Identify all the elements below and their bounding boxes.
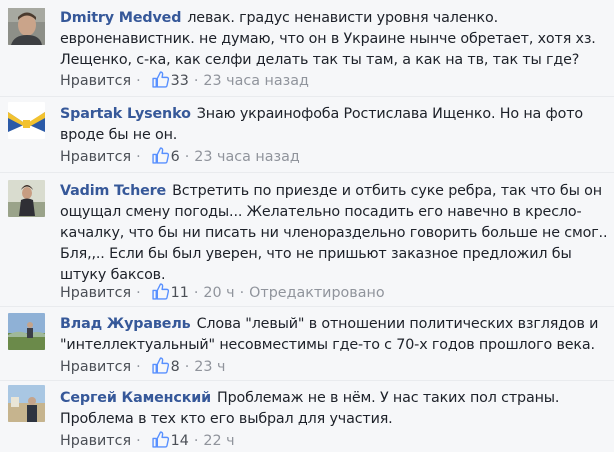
comment-body: Сергей Каменский Проблемаж не в нём. У на… — [60, 388, 608, 430]
separator-dot: · — [193, 433, 199, 449]
separator-dot: · — [193, 285, 199, 301]
comment-body: Dmitry Medved левак. градус ненависти уро… — [60, 8, 608, 71]
divider — [0, 380, 614, 381]
edited-label[interactable]: Отредактировано — [249, 285, 384, 301]
comment-author[interactable]: Spartak Lysenko — [60, 106, 191, 122]
like-thumb-icon[interactable] — [152, 431, 169, 448]
divider — [0, 96, 614, 97]
likes-count[interactable]: 14 — [171, 433, 189, 449]
likes-count[interactable]: 8 — [171, 359, 180, 375]
separator-dot: · — [136, 73, 141, 89]
separator-dot: · — [193, 73, 199, 89]
separator-dot: · — [136, 359, 141, 375]
likes-count[interactable]: 11 — [171, 285, 189, 301]
comment-actions: Нравится · 11 · 20 ч · Отредактировано — [60, 282, 385, 304]
likes-count[interactable]: 6 — [171, 149, 180, 165]
divider — [0, 172, 614, 173]
separator-dot: · — [184, 359, 190, 375]
comment-actions: Нравится · 6 · 23 часа назад — [60, 146, 300, 168]
like-thumb-icon[interactable] — [152, 357, 169, 374]
comment-time[interactable]: 22 ч — [203, 433, 234, 449]
comment-author[interactable]: Vadim Tchere — [60, 183, 166, 199]
avatar[interactable] — [8, 102, 45, 139]
comment-time[interactable]: 23 часа назад — [203, 73, 308, 89]
divider — [0, 306, 614, 307]
comment-author[interactable]: Влад Журавель — [60, 316, 191, 332]
comment-body: Влад Журавель Слова "левый" в отношении п… — [60, 314, 608, 356]
avatar[interactable] — [8, 180, 45, 217]
comment-author[interactable]: Сергей Каменский — [60, 390, 211, 406]
comment-author[interactable]: Dmitry Medved — [60, 10, 181, 26]
comment-body: Vadim Tchere Встретить по приезде и отбит… — [60, 181, 608, 286]
separator-dot: · — [136, 149, 141, 165]
comment-time[interactable]: 23 ч — [194, 359, 225, 375]
like-thumb-icon[interactable] — [152, 147, 169, 164]
like-thumb-icon[interactable] — [152, 71, 169, 88]
separator-dot: · — [184, 149, 190, 165]
like-thumb-icon[interactable] — [152, 283, 169, 300]
like-link[interactable]: Нравится — [60, 359, 131, 375]
comment-actions: Нравится · 33 · 23 часа назад — [60, 70, 309, 92]
avatar[interactable] — [8, 313, 45, 350]
comment-time[interactable]: 23 часа назад — [194, 149, 299, 165]
like-link[interactable]: Нравится — [60, 285, 131, 301]
avatar[interactable] — [8, 8, 45, 45]
likes-count[interactable]: 33 — [171, 73, 189, 89]
like-link[interactable]: Нравится — [60, 433, 131, 449]
comment-text-line: Бля,,.. Если бы был уверен, что не пришь… — [60, 246, 572, 283]
like-link[interactable]: Нравится — [60, 149, 131, 165]
comment-time[interactable]: 20 ч — [203, 285, 234, 301]
separator-dot: · — [239, 285, 245, 301]
comment-actions: Нравится · 8 · 23 ч — [60, 356, 225, 378]
like-link[interactable]: Нравится — [60, 73, 131, 89]
comment-body: Spartak Lysenko Знаю украинофоба Ростисла… — [60, 104, 608, 146]
separator-dot: · — [136, 285, 141, 301]
separator-dot: · — [136, 433, 141, 449]
avatar[interactable] — [8, 385, 45, 422]
comment-actions: Нравится · 14 · 22 ч — [60, 430, 235, 452]
